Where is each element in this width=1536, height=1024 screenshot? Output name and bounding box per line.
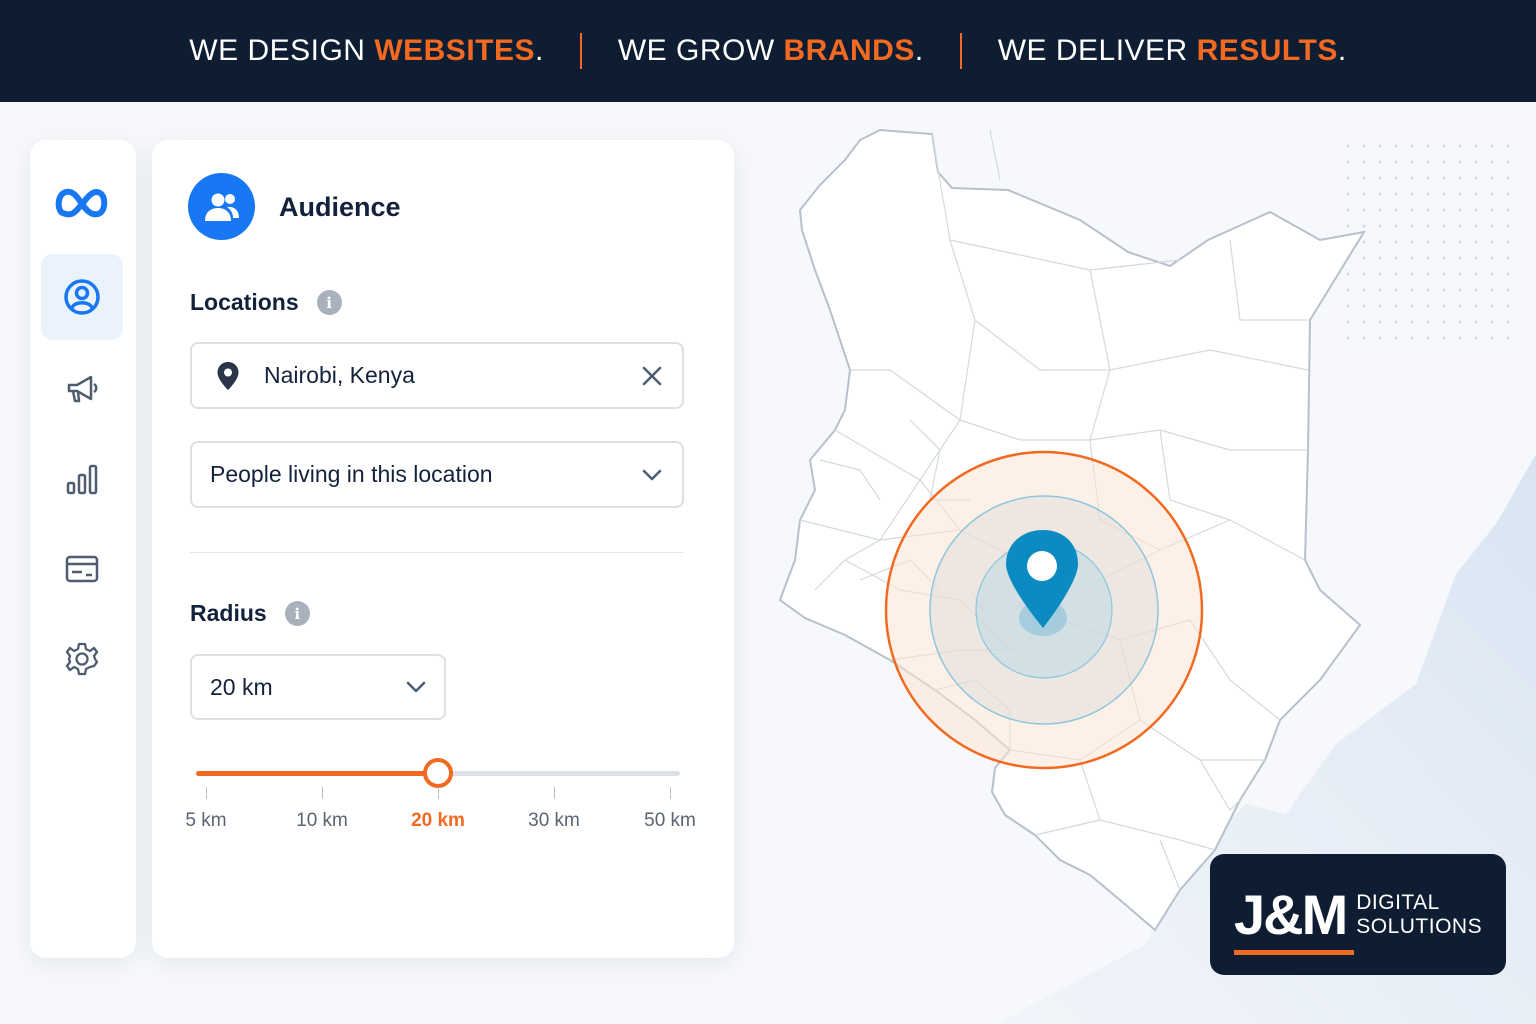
location-type-select[interactable]: People living in this location — [190, 441, 684, 508]
slider-tick-label[interactable]: 50 km — [644, 810, 696, 832]
slider-tick-label[interactable]: 10 km — [296, 810, 348, 832]
info-icon[interactable]: i — [284, 601, 310, 626]
location-type-value: People living in this location — [210, 461, 493, 487]
slider-tick — [206, 787, 207, 799]
section-divider — [190, 552, 684, 553]
logo-line-2: SOLUTIONS — [1356, 914, 1483, 938]
tagline-design: WE DESIGN WEBSITES. — [189, 34, 544, 67]
kenya-map — [778, 128, 1367, 932]
slider-handle[interactable] — [423, 758, 453, 788]
sidebar — [30, 140, 136, 958]
slider-tick — [554, 787, 555, 799]
sidebar-item-audience[interactable] — [41, 254, 123, 340]
slider-tick-label[interactable]: 20 km — [411, 810, 465, 832]
audience-panel: Audience Locations i Nairobi, Kenya Peop… — [152, 140, 734, 958]
sidebar-item-billing[interactable] — [41, 526, 123, 612]
audience-group-icon — [188, 173, 255, 240]
megaphone-icon — [67, 375, 98, 403]
slider-tick — [438, 787, 439, 799]
chevron-down-icon — [406, 681, 426, 693]
tagline-deliver: WE DELIVER RESULTS. — [997, 34, 1347, 67]
meta-logo-icon[interactable] — [41, 160, 123, 246]
audience-icon — [64, 279, 100, 315]
info-icon[interactable]: i — [316, 290, 342, 315]
top-banner: WE DESIGN WEBSITES. WE GROW BRANDS. WE D… — [0, 0, 1536, 102]
location-input[interactable]: Nairobi, Kenya — [190, 342, 684, 409]
location-value: Nairobi, Kenya — [264, 362, 415, 388]
jm-logo: J&M DIGITAL SOLUTIONS — [1210, 854, 1506, 975]
sidebar-item-campaigns[interactable] — [41, 346, 123, 432]
radius-label: Radius — [190, 600, 267, 626]
banner-separator — [579, 33, 582, 69]
radius-select[interactable]: 20 km — [190, 654, 446, 720]
sidebar-item-insights[interactable] — [41, 436, 123, 522]
clear-icon[interactable] — [642, 366, 662, 386]
locations-label: Locations — [190, 289, 299, 315]
sidebar-item-settings[interactable] — [41, 616, 123, 702]
locations-section: Locations i — [190, 289, 342, 316]
banner-separator — [959, 33, 962, 69]
bar-chart-icon — [66, 464, 98, 495]
logo-line-1: DIGITAL — [1356, 890, 1440, 914]
location-pin-icon — [217, 361, 239, 390]
tagline-grow: WE GROW BRANDS. — [617, 34, 924, 67]
slider-tick — [670, 787, 671, 799]
radius-value: 20 km — [210, 673, 273, 700]
slider-fill — [196, 771, 438, 776]
panel-title: Audience — [279, 192, 401, 222]
radius-slider[interactable] — [196, 758, 680, 788]
logo-mark: J&M — [1234, 882, 1354, 955]
slider-tick-label[interactable]: 30 km — [528, 810, 580, 832]
chevron-down-icon — [642, 469, 662, 480]
billing-icon — [65, 555, 99, 583]
logo-underline — [1234, 950, 1354, 955]
slider-tick — [322, 787, 323, 799]
slider-tick-label[interactable]: 5 km — [185, 810, 226, 832]
settings-icon — [65, 642, 99, 676]
logo-text: DIGITAL SOLUTIONS — [1356, 891, 1482, 939]
radius-section: Radius i — [190, 600, 310, 627]
